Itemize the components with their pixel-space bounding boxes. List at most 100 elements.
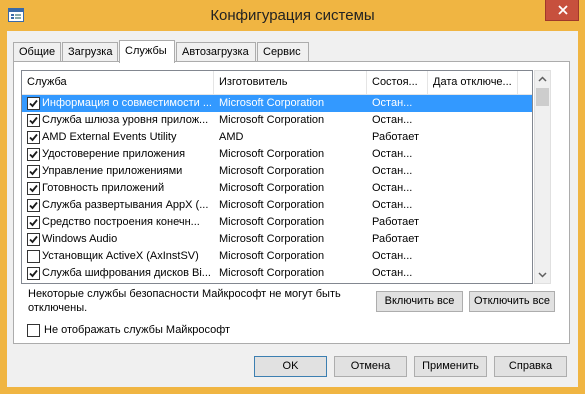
msconfig-window: Конфигурация системы Общие Загрузка Служ… <box>0 0 585 394</box>
security-services-note: Некоторые службы безопасности Майкрософт… <box>28 288 341 314</box>
service-enabled-checkbox[interactable] <box>27 267 40 280</box>
service-vendor: Microsoft Corporation <box>219 250 325 262</box>
service-name: Служба шифрования дисков Bi... <box>42 267 211 279</box>
table-row[interactable]: Удостоверение приложения Microsoft Corpor… <box>22 146 532 163</box>
help-button[interactable]: Справка <box>494 356 567 377</box>
window-title: Конфигурация системы <box>210 7 375 24</box>
service-enabled-checkbox[interactable] <box>27 216 40 229</box>
service-disabled-date <box>432 231 516 248</box>
service-disabled-date <box>432 197 516 214</box>
table-row[interactable]: Служба шифрования дисков Bi... Microsoft … <box>22 265 532 282</box>
service-disabled-date <box>432 146 516 163</box>
service-vendor: Microsoft Corporation <box>219 182 325 194</box>
services-list[interactable]: Служба Изготовитель Состоя... Дата отклю… <box>21 70 533 284</box>
service-disabled-date <box>432 95 516 112</box>
column-header-status[interactable]: Состоя... <box>367 71 428 95</box>
service-status: Работает <box>372 233 420 245</box>
service-enabled-checkbox[interactable] <box>27 165 40 178</box>
hide-microsoft-services-label: Не отображать службы Майкрософт <box>44 324 231 336</box>
services-list-header: Служба Изготовитель Состоя... Дата отклю… <box>22 71 532 95</box>
service-disabled-date <box>432 214 516 231</box>
check-icon <box>29 133 38 142</box>
service-disabled-date <box>432 265 516 282</box>
tab-general[interactable]: Общие <box>13 42 61 62</box>
service-vendor: Microsoft Corporation <box>219 148 325 160</box>
check-icon <box>29 218 38 227</box>
service-enabled-checkbox[interactable] <box>27 148 40 161</box>
services-scrollbar[interactable] <box>534 70 551 284</box>
table-row[interactable]: Информация о совместимости ... Microsoft … <box>22 95 532 112</box>
check-icon <box>29 167 38 176</box>
service-disabled-date <box>432 248 516 265</box>
service-name: AMD External Events Utility <box>42 131 177 143</box>
service-enabled-checkbox[interactable] <box>27 97 40 110</box>
check-icon <box>29 269 38 278</box>
service-disabled-date <box>432 112 516 129</box>
check-icon <box>29 116 38 125</box>
column-header-service[interactable]: Служба <box>22 71 214 95</box>
service-enabled-checkbox[interactable] <box>27 250 40 263</box>
service-name: Средство построения конечн... <box>42 216 200 228</box>
table-row[interactable]: Служба шлюза уровня прилож... Microsoft C… <box>22 112 532 129</box>
service-status: Остан... <box>372 267 413 279</box>
ok-button[interactable]: OK <box>254 356 327 377</box>
close-button[interactable] <box>545 0 579 21</box>
service-vendor: Microsoft Corporation <box>219 114 325 126</box>
tab-tools[interactable]: Сервис <box>257 42 309 62</box>
column-header-disabled-date[interactable]: Дата отключе... <box>428 71 518 95</box>
hide-microsoft-services-box[interactable] <box>27 324 40 337</box>
service-name: Управление приложениями <box>42 165 183 177</box>
table-row[interactable]: AMD External Events Utility AMD Работает <box>22 129 532 146</box>
scroll-up-button[interactable] <box>535 71 550 88</box>
tab-boot[interactable]: Загрузка <box>62 42 118 62</box>
scroll-thumb[interactable] <box>536 88 549 106</box>
scroll-down-button[interactable] <box>535 266 550 283</box>
service-enabled-checkbox[interactable] <box>27 199 40 212</box>
check-icon <box>29 201 38 210</box>
table-row[interactable]: Готовность приложений Microsoft Corporati… <box>22 180 532 197</box>
dialog-client-area: Общие Загрузка Службы Автозагрузка Серви… <box>7 31 578 387</box>
service-vendor: Microsoft Corporation <box>219 267 325 279</box>
service-status: Остан... <box>372 165 413 177</box>
check-icon <box>29 99 38 108</box>
table-row[interactable]: Управление приложениями Microsoft Corpora… <box>22 163 532 180</box>
check-icon <box>29 235 38 244</box>
table-row[interactable]: Служба развертывания AppX (... Microsoft … <box>22 197 532 214</box>
service-name: Удостоверение приложения <box>42 148 186 160</box>
service-status: Работает <box>372 131 420 143</box>
scroll-down-arrow-icon <box>538 272 547 278</box>
service-name: Установщик ActiveX (AxInstSV) <box>42 250 199 262</box>
service-vendor: Microsoft Corporation <box>219 97 325 109</box>
service-status: Остан... <box>372 114 413 126</box>
column-header-vendor[interactable]: Изготовитель <box>214 71 367 95</box>
service-name: Готовность приложений <box>42 182 165 194</box>
service-status: Остан... <box>372 182 413 194</box>
service-name: Служба развертывания AppX (... <box>42 199 209 211</box>
service-name: Служба шлюза уровня прилож... <box>42 114 209 126</box>
service-enabled-checkbox[interactable] <box>27 182 40 195</box>
service-status: Работает <box>372 216 420 228</box>
service-status: Остан... <box>372 97 413 109</box>
check-icon <box>29 150 38 159</box>
tab-services[interactable]: Службы <box>119 40 175 63</box>
service-enabled-checkbox[interactable] <box>27 131 40 144</box>
apply-button[interactable]: Применить <box>414 356 487 377</box>
enable-all-button[interactable]: Включить все <box>376 291 463 312</box>
table-row[interactable]: Установщик ActiveX (AxInstSV) Microsoft C… <box>22 248 532 265</box>
tab-startup[interactable]: Автозагрузка <box>176 42 256 62</box>
table-row[interactable]: Windows Audio Microsoft Corporation Работа… <box>22 231 532 248</box>
service-enabled-checkbox[interactable] <box>27 114 40 127</box>
check-icon <box>29 184 38 193</box>
service-disabled-date <box>432 180 516 197</box>
service-vendor: Microsoft Corporation <box>219 216 325 228</box>
service-disabled-date <box>432 129 516 146</box>
service-status: Остан... <box>372 148 413 160</box>
disable-all-button[interactable]: Отключить все <box>469 291 555 312</box>
service-vendor: Microsoft Corporation <box>219 199 325 211</box>
service-enabled-checkbox[interactable] <box>27 233 40 246</box>
service-name: Информация о совместимости ... <box>42 97 212 109</box>
cancel-button[interactable]: Отмена <box>334 356 407 377</box>
table-row[interactable]: Средство построения конечн... Microsoft C… <box>22 214 532 231</box>
scroll-up-arrow-icon <box>538 76 547 82</box>
title-bar[interactable]: Конфигурация системы <box>0 0 585 31</box>
